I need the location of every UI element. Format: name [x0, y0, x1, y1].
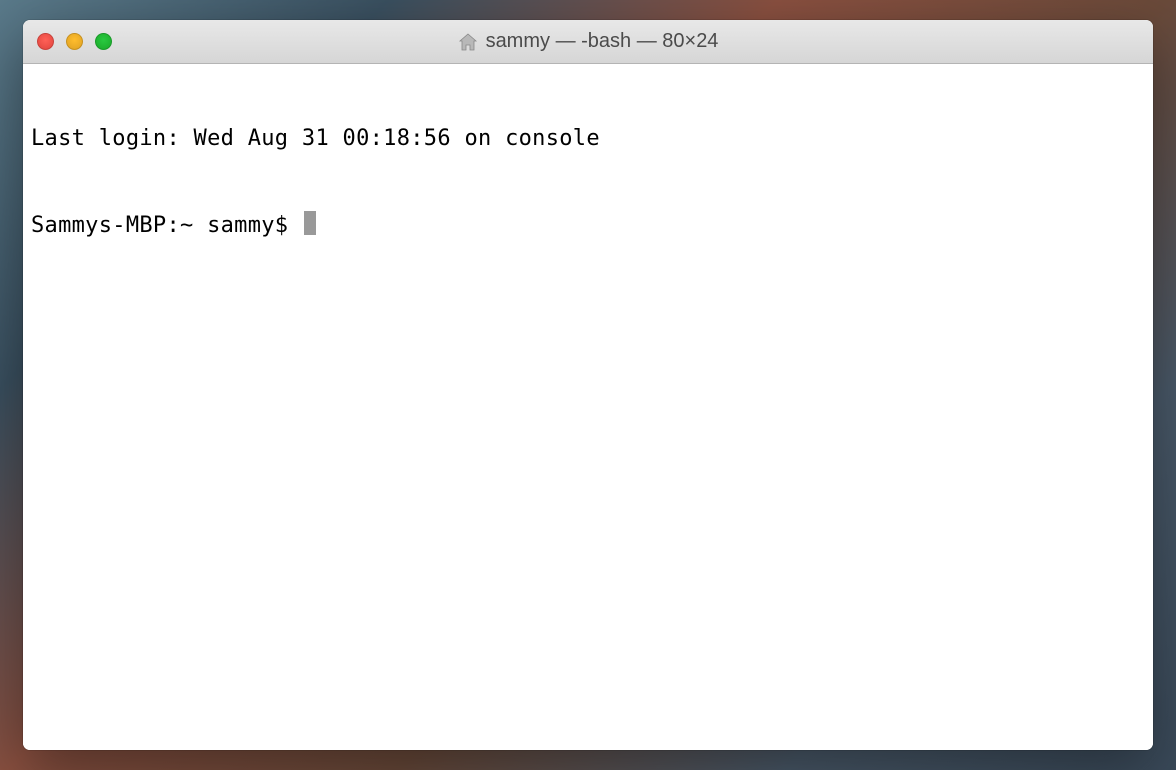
shell-prompt: Sammys-MBP:~ sammy$	[31, 212, 302, 240]
minimize-button[interactable]	[66, 33, 83, 50]
terminal-content[interactable]: Last login: Wed Aug 31 00:18:56 on conso…	[23, 64, 1153, 750]
window-controls	[23, 33, 112, 50]
window-titlebar[interactable]: sammy — -bash — 80×24	[23, 20, 1153, 64]
terminal-window: sammy — -bash — 80×24 Last login: Wed Au…	[23, 20, 1153, 750]
prompt-line: Sammys-MBP:~ sammy$	[31, 208, 1145, 240]
home-folder-icon	[458, 33, 478, 51]
close-button[interactable]	[37, 33, 54, 50]
text-cursor	[304, 211, 316, 235]
window-title: sammy — -bash — 80×24	[486, 30, 719, 53]
last-login-line: Last login: Wed Aug 31 00:18:56 on conso…	[31, 125, 1145, 153]
window-title-container: sammy — -bash — 80×24	[23, 30, 1153, 53]
zoom-button[interactable]	[95, 33, 112, 50]
